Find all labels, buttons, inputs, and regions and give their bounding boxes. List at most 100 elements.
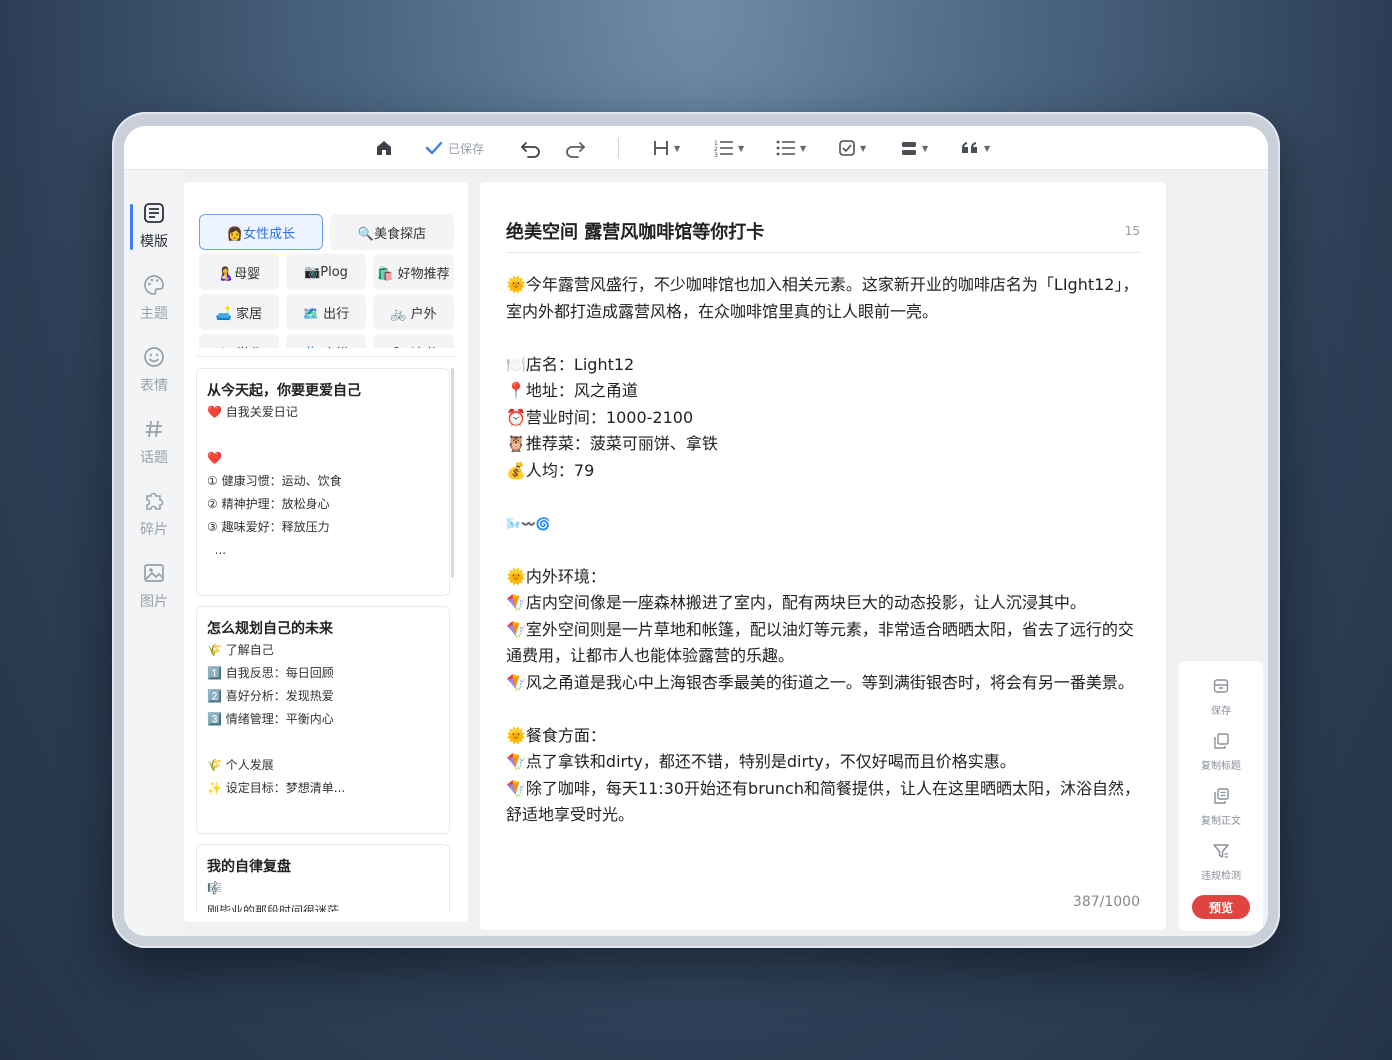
nav-label: 表情 [140, 377, 168, 394]
body-blank-line [506, 537, 1146, 564]
copy-title-label: 复制标题 [1201, 761, 1241, 772]
body-blank-line [506, 484, 1146, 511]
card-line: 🎼 [207, 881, 222, 895]
image-icon [143, 562, 165, 588]
nav-item-topic[interactable]: 话题 [124, 412, 184, 472]
category-tag[interactable]: 👩女性成长 [199, 214, 323, 250]
redo-button[interactable] [564, 126, 586, 170]
word-count: 387/1000 [1072, 894, 1140, 910]
save-icon [1212, 677, 1230, 699]
violation-check-label: 违规检测 [1201, 871, 1241, 882]
heading-dropdown[interactable]: ▼ [652, 126, 680, 170]
filter-check-icon [1212, 842, 1230, 864]
nav-item-fragment[interactable]: 碎片 [124, 484, 184, 544]
nav-item-template[interactable]: 模版 [124, 196, 184, 256]
device-frame: 已保存 ▼ 123 ▼ ▼ ▼ ▼ ▼ 模版 主题 表情 话题 碎片 图片 👩女… [112, 112, 1280, 948]
card-line: ② 精神护理：放松身心 [207, 497, 330, 511]
title-divider [506, 252, 1140, 253]
editor-toolbar: 已保存 ▼ 123 ▼ ▼ ▼ ▼ ▼ [124, 126, 1268, 170]
body-paragraph: 🪁除了咖啡，每天11:30开始还有brunch和简餐提供，让人在这里晒晒太阳，沐… [506, 778, 1140, 825]
card-line: 刚毕业的那段时间很迷茫 [207, 904, 340, 912]
nav-item-image[interactable]: 图片 [124, 556, 184, 616]
card-line: 🌾 个人发展 [207, 758, 274, 772]
copy-body-button[interactable]: 复制正文 [1179, 787, 1263, 827]
category-tag[interactable]: 🛍️ 好物推荐 [373, 254, 454, 290]
category-tag[interactable]: 🚲 户外 [373, 294, 454, 330]
quote-icon [960, 139, 980, 157]
ordered-list-icon: 123 [714, 139, 734, 157]
category-tag[interactable]: 🗺️ 出行 [286, 294, 366, 330]
divider [196, 356, 456, 357]
card-title: 怎么规划自己的未来 [207, 621, 333, 637]
checkbox-dropdown[interactable]: ▼ [838, 126, 866, 170]
card-title: 我的自律复盘 [207, 859, 291, 875]
bullet-list-icon [776, 139, 796, 157]
template-card[interactable]: 我的自律复盘 🎼 刚毕业的那段时间很迷茫 [196, 844, 450, 912]
copy-body-label: 复制正文 [1201, 816, 1241, 827]
undo-button[interactable] [520, 126, 542, 170]
category-tag[interactable]: 🤱母婴 [199, 254, 279, 290]
category-tag[interactable]: 📚 读书 [373, 334, 454, 348]
body-blank-line [506, 696, 1146, 723]
copy-title-button[interactable]: 复制标题 [1179, 732, 1263, 772]
card-line: 1️⃣ 自我反思：每日回顾 [207, 666, 334, 680]
template-icon [143, 202, 165, 228]
palette-icon [143, 274, 165, 300]
svg-text:3: 3 [714, 152, 718, 157]
card-line: ① 健康习惯：运动、饮食 [207, 474, 342, 488]
hashtag-icon [143, 418, 165, 444]
title-char-count: 15 [1124, 224, 1140, 238]
left-nav: 模版 主题 表情 话题 碎片 图片 [124, 170, 184, 936]
body-paragraph: 🌞今年露营风盛行，不少咖啡馆也加入相关元素。这家新开业的咖啡店名为「LIght1… [506, 275, 1139, 321]
chevron-down-icon: ▼ [800, 143, 807, 153]
card-line: ❤️ [207, 451, 222, 465]
right-toolbar: 保存 复制标题 复制正文 违规检测 预览 [1179, 661, 1263, 931]
block-dropdown[interactable]: ▼ [900, 126, 928, 170]
violation-check-button[interactable]: 违规检测 [1179, 842, 1263, 882]
note-title-input[interactable]: 绝美空间 露营风咖啡馆等你打卡 [506, 218, 764, 244]
note-body-editor[interactable]: 🌞今年露营风盛行，不少咖啡馆也加入相关元素。这家新开业的咖啡店名为「LIght1… [506, 272, 1146, 829]
body-paragraph: 💰人均：79 [506, 460, 595, 480]
category-tag[interactable]: 👗 穿搭 [286, 334, 366, 348]
card-line: ... [207, 543, 227, 557]
preview-button[interactable]: 预览 [1192, 895, 1250, 919]
category-tag[interactable]: 🛋️ 家居 [199, 294, 279, 330]
body-paragraph: 🪁店内空间像是一座森林搬进了室内，配有两块巨大的动态投影，让人沉浸其中。 [506, 593, 1086, 612]
home-button[interactable] [374, 126, 394, 170]
body-paragraph: 🪁点了拿铁和dirty，都还不错，特别是dirty，不仅好喝而且价格实惠。 [506, 752, 1016, 771]
template-card[interactable]: 从今天起，你要更爱自己 ❤️ 自我关爱日记 ❤️ ① 健康习惯：运动、饮食 ② … [196, 368, 450, 596]
body-paragraph: 📍地址：风之甬道 [506, 381, 638, 400]
quote-dropdown[interactable]: ▼ [960, 126, 990, 170]
save-button[interactable]: 保存 [1179, 677, 1263, 717]
saved-label: 已保存 [448, 141, 485, 156]
card-line: 3️⃣ 情绪管理：平衡内心 [207, 712, 334, 726]
nav-label: 主题 [140, 305, 168, 322]
card-line [207, 731, 439, 754]
nav-item-emoji[interactable]: 表情 [124, 340, 184, 400]
body-paragraph: ⏰营业时间：1000-2100 [506, 407, 694, 427]
saved-status: 已保存 [424, 126, 484, 170]
toolbar-divider [618, 138, 619, 158]
ordered-list-dropdown[interactable]: 123 ▼ [714, 126, 744, 170]
category-tag[interactable]: 🔍美食探店 [330, 214, 454, 250]
template-panel: 👩女性成长 🔍美食探店 🤱母婴 📷Plog 🛍️ 好物推荐 🛋️ 家居 🗺️ 出… [184, 182, 468, 922]
body-paragraph: 🦉推荐菜：菠菜可丽饼、拿铁 [506, 434, 718, 453]
body-divider-emoji: 🌬️〰️🌀 [506, 516, 551, 531]
heading-icon [652, 139, 670, 157]
category-grid: 👩女性成长 🔍美食探店 🤱母婴 📷Plog 🛍️ 好物推荐 🛋️ 家居 🗺️ 出… [198, 214, 454, 348]
card-line: ✨ 设定目标：梦想清单... [207, 781, 346, 795]
bullet-list-dropdown[interactable]: ▼ [776, 126, 806, 170]
template-card[interactable]: 怎么规划自己的未来 🌾 了解自己 1️⃣ 自我反思：每日回顾 2️⃣ 喜好分析：… [196, 606, 450, 834]
nav-item-theme[interactable]: 主题 [124, 268, 184, 328]
card-line: ❤️ 自我关爱日记 [207, 405, 298, 419]
editor-panel: 绝美空间 露营风咖啡馆等你打卡 15 🌞今年露营风盛行，不少咖啡馆也加入相关元素… [480, 182, 1166, 930]
template-list: 从今天起，你要更爱自己 ❤️ 自我关爱日记 ❤️ ① 健康习惯：运动、饮食 ② … [196, 368, 458, 912]
template-list-scrollbar[interactable] [451, 368, 454, 578]
category-tag[interactable]: 🎓 学业 [199, 334, 279, 348]
chevron-down-icon: ▼ [922, 143, 929, 153]
category-tag[interactable]: 📷Plog [286, 254, 366, 290]
check-icon [424, 138, 444, 158]
body-paragraph: 🌞餐食方面： [506, 725, 606, 745]
app-screen: 已保存 ▼ 123 ▼ ▼ ▼ ▼ ▼ 模版 主题 表情 话题 碎片 图片 👩女… [124, 126, 1268, 936]
nav-label: 碎片 [140, 521, 168, 538]
